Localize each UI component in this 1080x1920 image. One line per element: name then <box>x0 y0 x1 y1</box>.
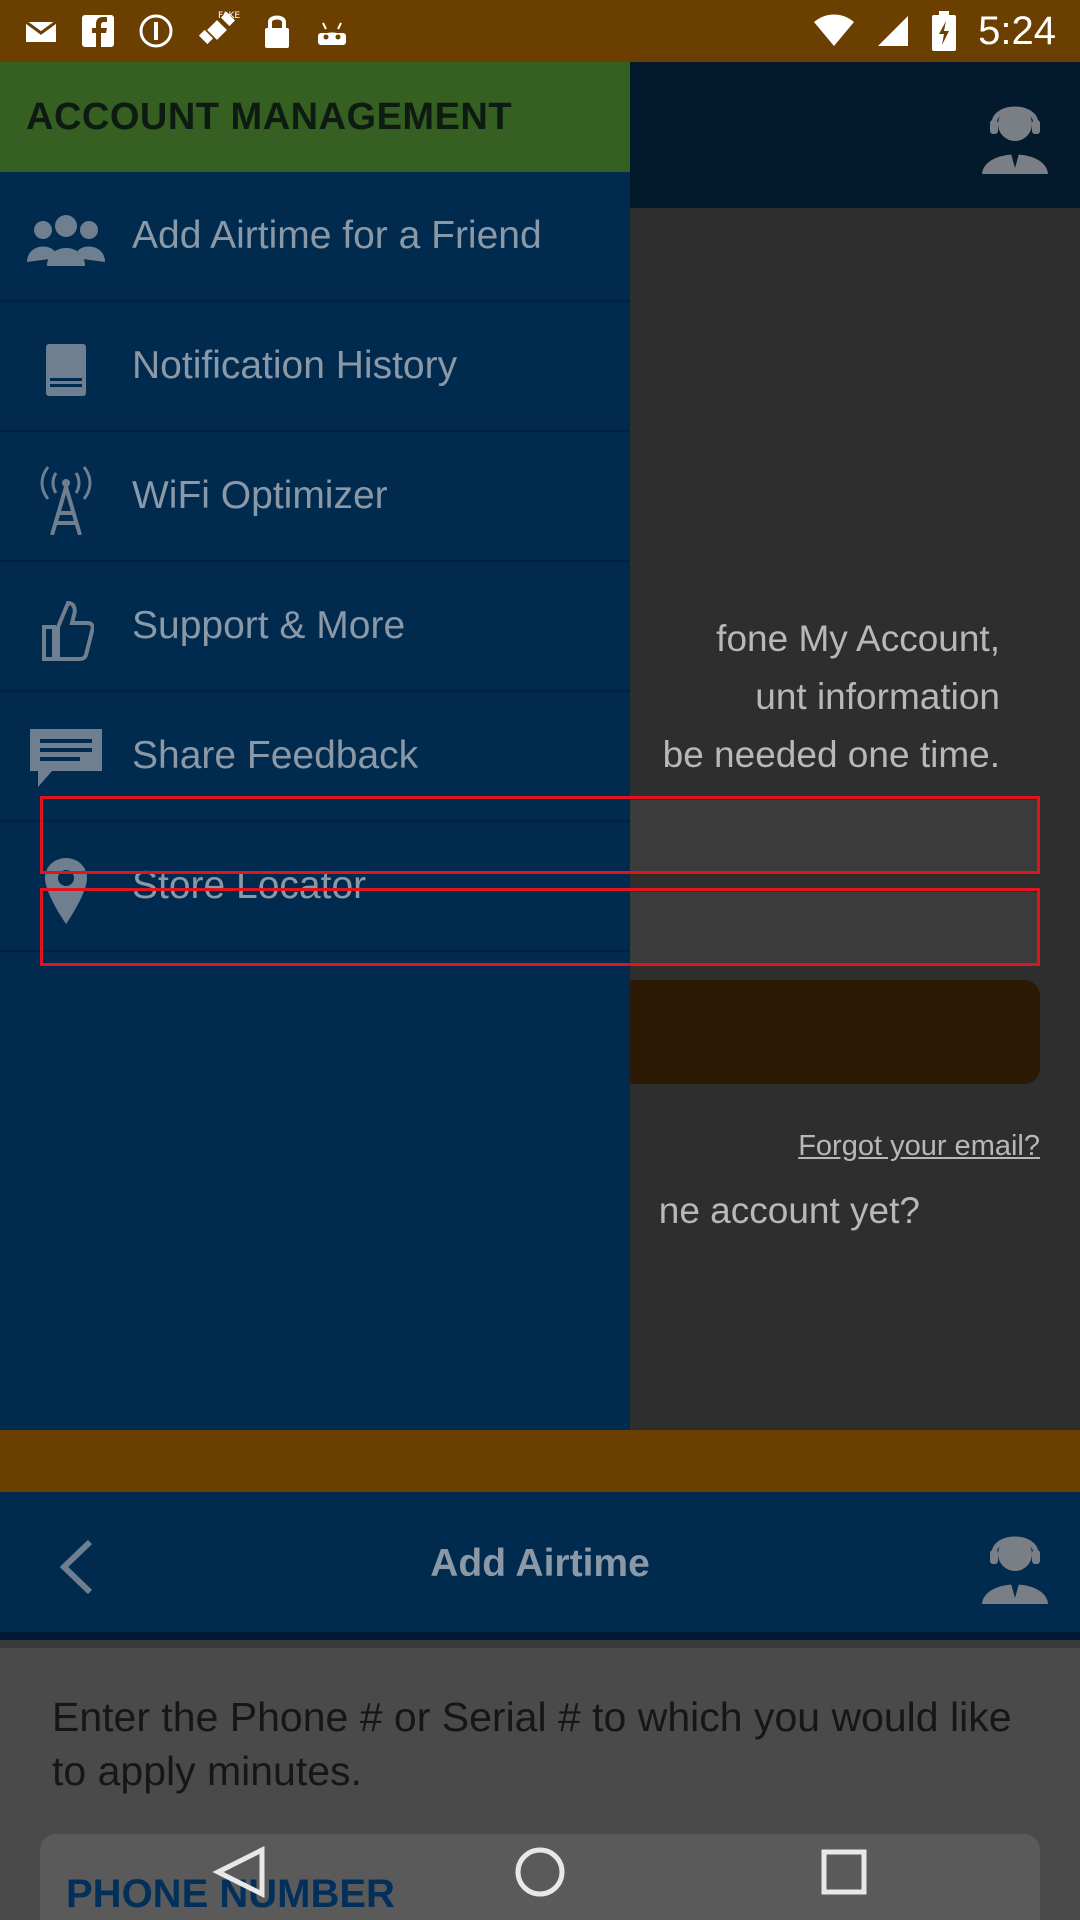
drawer-header: ACCOUNT MANAGEMENT <box>0 62 630 172</box>
drawer-item-label: WiFi Optimizer <box>132 474 388 517</box>
highlight-box <box>40 796 1040 874</box>
android-icon <box>318 22 346 45</box>
forgot-email-link[interactable]: Forgot your email? <box>798 1130 1040 1163</box>
navigation-drawer: ACCOUNT MANAGEMENT Add Airtime for a Fri… <box>0 62 630 1430</box>
facebook-icon <box>82 15 114 47</box>
status-bar: FAKE 5:24 <box>0 0 1080 62</box>
highlight-box <box>40 888 1040 966</box>
drawer-item-wifi-optimizer[interactable]: WiFi Optimizer <box>0 432 630 562</box>
svg-text:FAKE: FAKE <box>218 11 240 21</box>
add-airtime-toolbar: Add Airtime <box>0 1492 1080 1640</box>
drawer-item-support-more[interactable]: Support & More <box>0 562 630 692</box>
lock-icon <box>265 15 289 48</box>
nav-home-icon[interactable] <box>500 1832 580 1912</box>
nav-back-icon[interactable] <box>200 1832 280 1912</box>
info-icon <box>139 14 173 48</box>
customer-support-icon[interactable] <box>980 1528 1050 1609</box>
chat-icon <box>26 729 106 790</box>
drawer-item-add-airtime-friend[interactable]: Add Airtime for a Friend <box>0 172 630 302</box>
signal-icon <box>878 16 909 46</box>
drawer-item-label: Add Airtime for a Friend <box>132 214 542 257</box>
wifi-icon <box>814 14 855 46</box>
fake-gps-icon: FAKE <box>198 11 240 45</box>
status-time: 5:24 <box>978 8 1056 53</box>
nav-recents-icon[interactable] <box>804 1832 884 1912</box>
orange-band <box>0 1430 1080 1492</box>
drawer-item-label: Notification History <box>132 344 458 387</box>
document-icon <box>26 340 106 400</box>
drawer-item-label: Support & More <box>132 604 406 647</box>
system-nav-bar <box>0 1822 1080 1920</box>
drawer-item-notification-history[interactable]: Notification History <box>0 302 630 432</box>
customer-support-icon[interactable] <box>980 98 1050 179</box>
mail-icon <box>25 20 57 42</box>
drawer-item-label: Share Feedback <box>132 734 419 777</box>
instruction-text: Enter the Phone # or Serial # to which y… <box>52 1694 1012 1794</box>
group-icon <box>26 210 106 270</box>
thumbs-up-icon <box>26 600 106 661</box>
no-account-text: ne account yet? <box>658 1190 920 1231</box>
page-title: Add Airtime <box>430 1542 650 1585</box>
tower-icon <box>26 466 106 535</box>
battery-icon <box>932 11 957 51</box>
drawer-title: ACCOUNT MANAGEMENT <box>26 95 513 138</box>
